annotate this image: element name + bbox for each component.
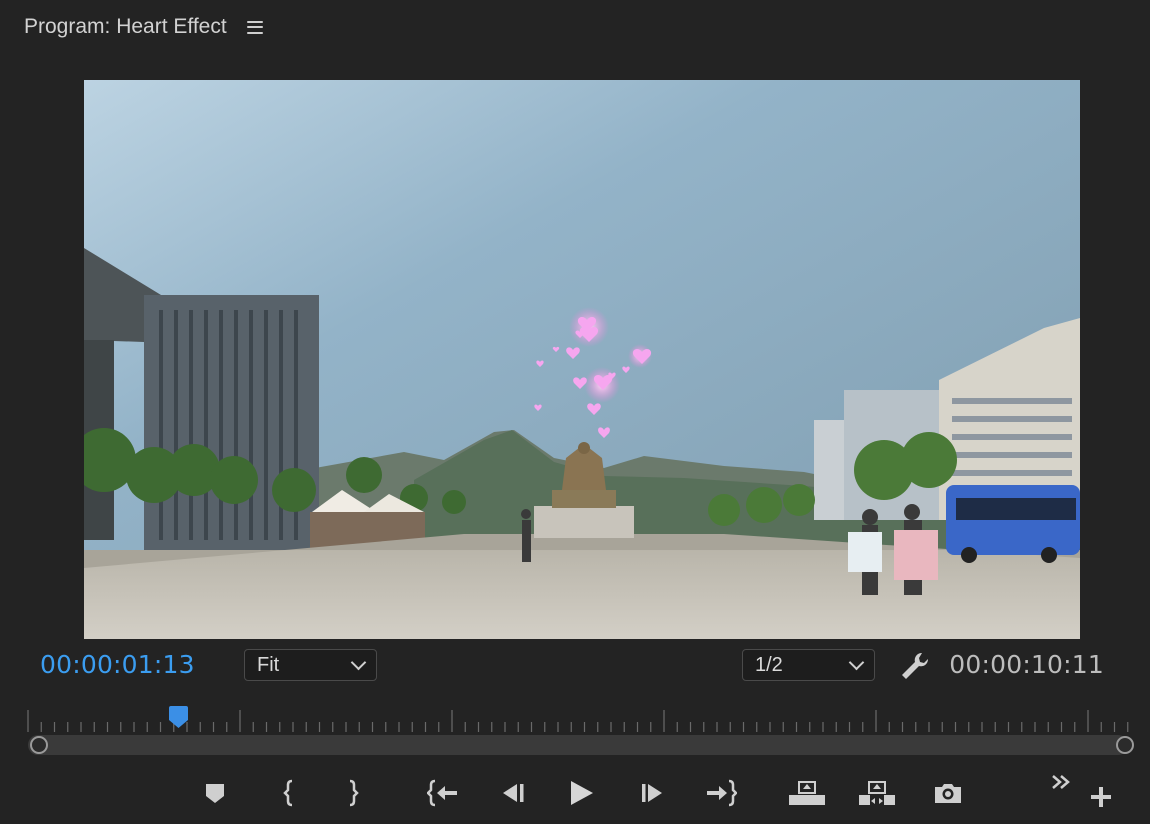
panel-header: Program: Heart Effect [24, 12, 263, 42]
mark-out-button[interactable] [342, 775, 364, 811]
camera-icon [935, 784, 961, 803]
go-to-out-icon [707, 779, 737, 807]
export-frame-button[interactable] [931, 775, 965, 811]
chevron-down-icon [350, 654, 367, 670]
chevron-down-icon [848, 654, 865, 670]
extract-icon [859, 781, 895, 805]
lift-icon [789, 781, 825, 805]
program-monitor-video[interactable] [84, 80, 1080, 639]
zoom-level-dropdown[interactable]: Fit [244, 649, 377, 681]
playback-resolution-value: 1/2 [755, 653, 783, 676]
step-forward-button[interactable] [638, 775, 668, 811]
mark-in-button[interactable] [278, 775, 300, 811]
go-to-in-button[interactable] [426, 775, 460, 811]
double-chevron-right-icon [1052, 775, 1070, 789]
go-to-in-icon [427, 779, 457, 807]
extract-button[interactable] [856, 775, 898, 811]
step-back-icon [503, 784, 524, 802]
button-editor-button[interactable] [1088, 784, 1114, 810]
more-controls-button[interactable] [1048, 770, 1074, 794]
add-marker-icon [206, 784, 224, 803]
plus-icon [1091, 787, 1111, 807]
zoom-scroll-right-handle[interactable] [1116, 736, 1134, 754]
play-button[interactable] [566, 775, 596, 811]
time-ruler[interactable] [26, 708, 1132, 732]
play-icon [571, 781, 593, 805]
step-back-button[interactable] [497, 775, 527, 811]
step-forward-icon [642, 784, 662, 802]
add-marker-button[interactable] [203, 775, 227, 811]
mark-out-icon [349, 779, 359, 807]
go-to-out-button[interactable] [704, 775, 738, 811]
zoom-scroll-left-handle[interactable] [30, 736, 48, 754]
mark-in-icon [283, 779, 293, 807]
panel-title: Program: Heart Effect [24, 15, 227, 38]
video-frame [84, 80, 1080, 639]
hamburger-icon[interactable] [246, 20, 263, 34]
current-timecode[interactable]: 00:00:01:13 [40, 650, 195, 679]
duration-timecode: 00:00:10:11 [949, 650, 1104, 679]
lift-button[interactable] [786, 775, 828, 811]
zoom-scroll-bar[interactable] [28, 735, 1128, 755]
zoom-level-value: Fit [257, 653, 280, 676]
wrench-icon[interactable] [899, 650, 931, 682]
playhead[interactable] [167, 706, 190, 730]
playback-resolution-dropdown[interactable]: 1/2 [742, 649, 875, 681]
